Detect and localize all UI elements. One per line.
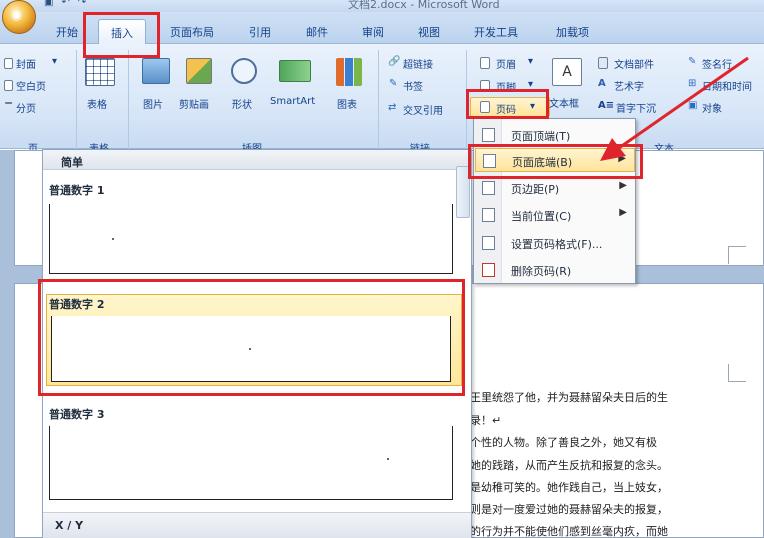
annotation-box-bottom-of-page [468, 144, 643, 179]
drop-cap-button[interactable]: 首字下沉 [616, 100, 656, 115]
submenu-arrow-icon: ▶ [619, 207, 627, 218]
margin-corner-mark [728, 364, 746, 382]
body-text-line: 她的践踏，从而产生反抗和报复的念头。 [470, 459, 668, 472]
signature-line-button[interactable]: 签名行 [702, 56, 732, 71]
gallery-section-header: X / Y [43, 512, 471, 538]
chart-button[interactable]: 图表 [337, 96, 357, 111]
tab-references[interactable]: 引用 [249, 24, 271, 40]
wordart-icon: A [598, 78, 606, 89]
gallery-item-label: 普通数字 3 [49, 408, 105, 421]
office-button[interactable]: ◉ [2, 0, 36, 34]
tab-mailings[interactable]: 邮件 [306, 24, 328, 40]
textbox-button[interactable]: 文本框 [549, 95, 579, 110]
object-icon: ▣ [688, 100, 698, 111]
wordart-button[interactable]: 艺术字 [614, 78, 644, 93]
cross-reference-icon: ⇄ [388, 102, 397, 113]
current-position-icon [482, 208, 495, 222]
smartart-button[interactable]: SmartArt [270, 96, 315, 107]
body-text-line: 录！↵ [470, 414, 502, 427]
quick-parts-icon [598, 57, 608, 69]
window-title: 文档2.docx - Microsoft Word [348, 0, 500, 11]
table-icon [85, 58, 115, 86]
menu-item-label: 页面顶端(T) [511, 130, 571, 143]
clipart-button[interactable]: 剪贴画 [179, 96, 209, 111]
cover-page-icon [4, 58, 13, 69]
tab-page-layout[interactable]: 页面布局 [170, 24, 214, 40]
object-button[interactable]: 对象 [702, 100, 722, 115]
shapes-icon [231, 58, 257, 84]
signature-line-icon: ✎ [688, 56, 697, 67]
group-separator [128, 50, 129, 150]
hyperlink-button[interactable]: 超链接 [403, 56, 433, 71]
date-time-icon: ⊞ [688, 78, 697, 89]
drop-cap-icon: A≡ [598, 100, 615, 111]
smartart-icon [279, 60, 311, 82]
textbox-icon: A [552, 58, 582, 86]
page-margins-icon [482, 181, 495, 195]
menu-item-remove-page-numbers[interactable]: 删除页码(R) [475, 258, 635, 282]
blank-page-button[interactable]: 空白页 [16, 78, 46, 93]
undo-icon[interactable]: ↶ [61, 0, 69, 8]
format-page-numbers-icon [482, 236, 495, 250]
top-of-page-icon [482, 128, 495, 142]
cover-page-button[interactable]: 封面 [16, 56, 36, 71]
menu-item-label: 页边距(P) [511, 183, 560, 196]
tab-review[interactable]: 审阅 [362, 24, 384, 40]
chart-icon [336, 58, 362, 86]
page-break-icon [4, 102, 13, 110]
tab-home[interactable]: 开始 [56, 24, 78, 40]
page-number-marker [112, 238, 114, 240]
redo-icon[interactable]: ↷ [78, 0, 86, 8]
page-number-marker [387, 458, 389, 460]
shapes-button[interactable]: 形状 [232, 96, 252, 111]
hyperlink-icon: 🔗 [388, 56, 401, 67]
picture-icon [142, 58, 170, 84]
body-text-line: 是幼稚可笑的。她作践自己，当上妓女， [470, 481, 668, 494]
menu-item-page-margins[interactable]: 页边距(P) ▶ [475, 176, 635, 200]
bookmark-button[interactable]: 书签 [403, 78, 423, 93]
body-text-line: 王里统怨了他，并为聂赫留朵夫日后的生 [470, 391, 668, 404]
gallery-item-plain-number-3[interactable] [49, 426, 453, 500]
cover-dropdown-icon[interactable]: ▾ [52, 56, 57, 67]
clipart-icon [186, 58, 212, 84]
body-text-line: 的行为并不能使他们感到丝毫内疚，而她 [470, 525, 668, 538]
header-button[interactable]: 页眉 [496, 56, 516, 71]
tab-addins[interactable]: 加载项 [556, 24, 589, 40]
cross-reference-button[interactable]: 交叉引用 [403, 102, 443, 117]
tab-developer[interactable]: 开发工具 [474, 24, 518, 40]
header-icon [480, 57, 490, 69]
table-button[interactable]: 表格 [87, 96, 107, 111]
group-separator [378, 50, 379, 150]
annotation-box-insert-tab [83, 12, 160, 58]
menu-item-current-position[interactable]: 当前位置(C) ▶ [475, 203, 635, 227]
page-break-button[interactable]: 分页 [16, 100, 36, 115]
bookmark-icon: ✎ [389, 78, 398, 89]
gallery-section-header: 简单 [43, 150, 471, 170]
gallery-item-plain-number-1[interactable] [49, 204, 453, 274]
header-dropdown-icon[interactable]: ▾ [528, 56, 533, 67]
title-bar: 文档2.docx - Microsoft Word [0, 0, 764, 12]
page-number-menu: 页面顶端(T) 页面底端(B) ▶ 页边距(P) ▶ 当前位置(C) ▶ 设置页… [473, 118, 636, 284]
body-text-line: 个性的人物。除了善良之外，她又有极 [470, 436, 657, 449]
save-icon[interactable]: ▣ [44, 0, 53, 8]
gallery-item-label: 普通数字 1 [49, 184, 105, 197]
blank-page-icon [4, 80, 13, 91]
remove-page-numbers-icon [482, 263, 495, 277]
annotation-box-plain-number-2 [38, 279, 465, 396]
annotation-box-page-number [466, 89, 549, 119]
office-logo-icon: ◉ [11, 8, 23, 23]
menu-item-label: 设置页码格式(F)... [511, 238, 603, 251]
group-separator [76, 50, 77, 150]
picture-button[interactable]: 图片 [143, 96, 163, 111]
margin-corner-mark [728, 246, 746, 264]
quick-access-toolbar: ▣ ↶ ↷ [44, 0, 86, 8]
body-text-line: 则是对一度爱过她的聂赫留朵夫的报复， [470, 503, 668, 516]
menu-item-label: 删除页码(R) [511, 265, 572, 278]
tab-view[interactable]: 视图 [418, 24, 440, 40]
date-time-button[interactable]: 日期和时间 [702, 78, 752, 93]
menu-item-format-page-numbers[interactable]: 设置页码格式(F)... [475, 231, 635, 255]
submenu-arrow-icon: ▶ [619, 180, 627, 191]
quick-parts-button[interactable]: 文档部件 [614, 56, 654, 71]
menu-item-label: 当前位置(C) [511, 210, 572, 223]
